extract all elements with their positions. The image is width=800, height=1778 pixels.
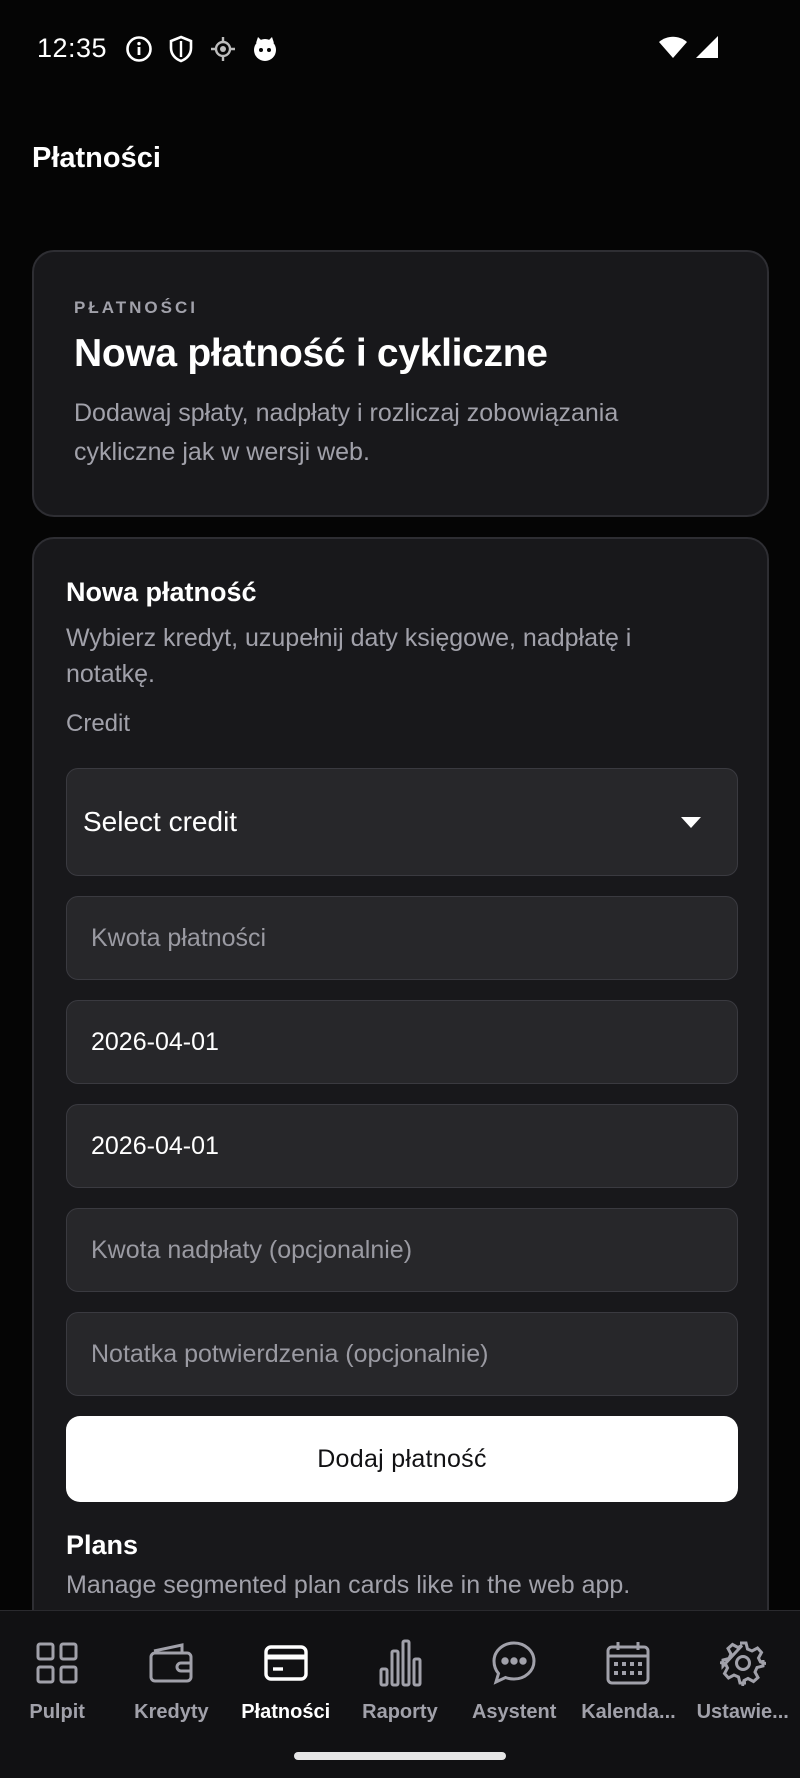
shield-icon xyxy=(166,34,196,64)
nav-item-kredyty[interactable]: Kredyty xyxy=(114,1639,228,1724)
payment-date-field[interactable] xyxy=(66,1104,738,1188)
screen: 12:35 Płatności PŁATNOŚCI Nowa płatność … xyxy=(0,0,800,1778)
overpayment-amount-field[interactable] xyxy=(66,1208,738,1292)
nav-item-platnosci[interactable]: Płatności xyxy=(229,1639,343,1724)
bar-chart-icon xyxy=(376,1639,424,1687)
nav-item-ustawienia[interactable]: Ustawie... xyxy=(686,1639,800,1724)
status-time: 12:35 xyxy=(37,33,108,63)
credit-select-value: Select credit xyxy=(83,806,238,837)
chat-icon xyxy=(490,1639,538,1687)
add-payment-button[interactable]: Dodaj płatność xyxy=(66,1416,738,1502)
wallet-icon xyxy=(147,1639,195,1687)
new-payment-description: Wybierz kredyt, uzupełnij daty księgowe,… xyxy=(66,624,632,688)
plans-title: Plans xyxy=(66,1530,139,1560)
calendar-icon xyxy=(604,1639,652,1687)
chevron-down-icon xyxy=(681,816,701,828)
plans-description: Manage segmented plan cards like in the … xyxy=(66,1571,631,1599)
hero-eyebrow: PŁATNOŚCI xyxy=(74,298,198,317)
new-payment-card: Nowa płatność Wybierz kredyt, uzupełnij … xyxy=(32,537,769,1717)
wifi-icon xyxy=(658,34,688,65)
hero-title: Nowa płatność i cykliczne xyxy=(74,332,548,375)
grid-icon xyxy=(33,1639,81,1687)
nav-label: Asystent xyxy=(471,1701,557,1723)
payment-amount-input[interactable] xyxy=(91,923,713,953)
nav-label: Raporty xyxy=(362,1701,438,1723)
nav-label: Płatności xyxy=(241,1701,331,1723)
gear-icon xyxy=(719,1639,767,1687)
status-system-icons xyxy=(658,34,720,65)
status-notification-icons xyxy=(124,34,280,64)
hero-card: PŁATNOŚCI Nowa płatność i cykliczne Doda… xyxy=(32,250,769,517)
credit-select[interactable]: Select credit xyxy=(66,768,738,876)
status-bar: 12:35 xyxy=(0,0,800,96)
nav-label: Kalenda... xyxy=(581,1701,676,1723)
credit-label: Credit xyxy=(66,710,131,737)
card-icon xyxy=(262,1639,310,1687)
nav-item-pulpit[interactable]: Pulpit xyxy=(0,1639,114,1724)
payment-date-input[interactable] xyxy=(91,1131,713,1161)
nav-label: Ustawie... xyxy=(696,1701,789,1723)
booking-date-input[interactable] xyxy=(91,1027,713,1057)
new-payment-title: Nowa płatność xyxy=(66,577,257,607)
page-title: Płatności xyxy=(32,142,161,174)
home-indicator[interactable] xyxy=(294,1752,506,1760)
nav-item-raporty[interactable]: Raporty xyxy=(343,1639,457,1724)
hero-description: Dodawaj spłaty, nadpłaty i rozliczaj zob… xyxy=(74,399,619,466)
location-icon xyxy=(208,34,238,64)
signal-icon xyxy=(694,34,720,65)
confirmation-note-input[interactable] xyxy=(91,1339,713,1369)
nav-item-kalendarz[interactable]: Kalenda... xyxy=(571,1639,685,1724)
overpayment-amount-input[interactable] xyxy=(91,1235,713,1265)
payment-amount-field[interactable] xyxy=(66,896,738,980)
nav-label: Pulpit xyxy=(29,1701,85,1723)
nav-label: Kredyty xyxy=(134,1701,209,1723)
info-icon xyxy=(124,34,154,64)
booking-date-field[interactable] xyxy=(66,1000,738,1084)
confirmation-note-field[interactable] xyxy=(66,1312,738,1396)
cat-icon xyxy=(250,34,280,64)
nav-item-asystent[interactable]: Asystent xyxy=(457,1639,571,1724)
